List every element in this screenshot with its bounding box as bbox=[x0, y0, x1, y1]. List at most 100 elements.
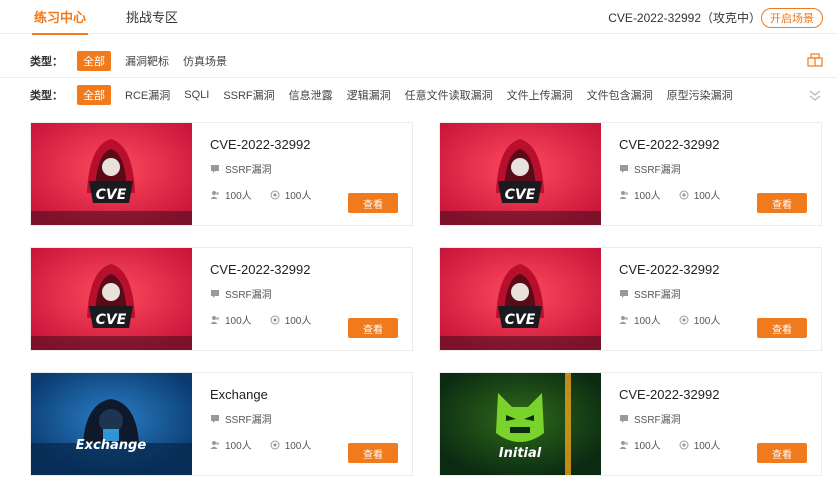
scenario-thumbnail[interactable]: Exchange bbox=[31, 373, 192, 475]
card-title[interactable]: CVE-2022-32992 bbox=[210, 262, 412, 277]
card-title[interactable]: CVE-2022-32992 bbox=[619, 137, 821, 152]
filter2-option-prototype-pollution[interactable]: 原型污染漏洞 bbox=[667, 87, 733, 103]
tag-icon bbox=[620, 414, 628, 423]
scenario-card[interactable]: CVE CVE-2022-32992 SSRF漏洞 100人 100人 查看 bbox=[439, 247, 822, 351]
filter-label: 类型： bbox=[30, 55, 63, 68]
stat-solvers-text: 100人 bbox=[284, 191, 312, 202]
stat-solvers: 100人 bbox=[679, 437, 721, 452]
scenario-thumbnail[interactable]: Initial bbox=[440, 373, 601, 475]
filter2-option-all[interactable]: 全部 bbox=[77, 85, 111, 105]
users-icon bbox=[210, 315, 219, 324]
filter1-option-all[interactable]: 全部 bbox=[77, 50, 111, 71]
filter2-option-rce[interactable]: RCE漏洞 bbox=[125, 87, 170, 103]
stat-participants: 100人 bbox=[619, 312, 661, 327]
filter2-option-ssrf[interactable]: SSRF漏洞 bbox=[223, 87, 274, 103]
card-title[interactable]: CVE-2022-32992 bbox=[619, 387, 821, 402]
scenario-thumbnail[interactable]: CVE bbox=[31, 248, 192, 350]
view-button[interactable]: 查看 bbox=[348, 193, 398, 213]
category-text: SSRF漏洞 bbox=[634, 290, 681, 301]
scenario-thumbnail[interactable]: CVE bbox=[440, 123, 601, 225]
card-info: CVE-2022-32992 SSRF漏洞 100人 100人 查看 bbox=[192, 248, 412, 350]
filter1-option-simulation[interactable]: 仿真场景 bbox=[183, 53, 227, 69]
users-icon bbox=[619, 315, 628, 324]
tab-challenge-zone[interactable]: 挑战专区 bbox=[126, 0, 178, 34]
start-scenario-button[interactable]: 开启场景 bbox=[761, 8, 823, 28]
category-text: SSRF漏洞 bbox=[225, 290, 272, 301]
filter1-option-vuln-target[interactable]: 漏洞靶标 bbox=[125, 53, 169, 69]
tag-icon bbox=[620, 289, 628, 298]
view-button[interactable]: 查看 bbox=[348, 318, 398, 338]
card-title[interactable]: Exchange bbox=[210, 387, 412, 402]
view-button[interactable]: 查看 bbox=[348, 443, 398, 463]
target-icon bbox=[270, 440, 280, 449]
stat-solvers-text: 100人 bbox=[284, 316, 312, 327]
tag-icon bbox=[211, 289, 219, 298]
category-text: SSRF漏洞 bbox=[634, 165, 681, 176]
card-category: SSRF漏洞 bbox=[619, 411, 821, 426]
view-button[interactable]: 查看 bbox=[757, 193, 807, 213]
target-icon bbox=[679, 315, 689, 324]
stat-solvers: 100人 bbox=[679, 312, 721, 327]
category-text: SSRF漏洞 bbox=[225, 165, 272, 176]
filter2-option-sqli[interactable]: SQLI bbox=[184, 89, 209, 101]
double-chevron-down-icon[interactable] bbox=[807, 87, 823, 103]
stat-participants: 100人 bbox=[210, 187, 252, 202]
top-nav: 练习中心 挑战专区 CVE-2022-32992（攻克中） 开启场景 bbox=[0, 0, 837, 35]
filter2-option-file-include[interactable]: 文件包含漏洞 bbox=[587, 87, 653, 103]
stat-solvers: 100人 bbox=[270, 187, 312, 202]
scenario-card[interactable]: CVE CVE-2022-32992 SSRF漏洞 100人 100人 查看 bbox=[30, 247, 413, 351]
stat-solvers-text: 100人 bbox=[693, 441, 721, 452]
svg-text:Exchange: Exchange bbox=[76, 438, 147, 453]
current-scenario-status: CVE-2022-32992（攻克中） bbox=[608, 10, 761, 25]
target-icon bbox=[270, 315, 280, 324]
scenario-card[interactable]: Initial CVE-2022-32992 SSRF漏洞 100人 100人 … bbox=[439, 372, 822, 476]
scenario-card[interactable]: CVE CVE-2022-32992 SSRF漏洞 100人 100人 查看 bbox=[30, 122, 413, 226]
scenario-card[interactable]: Exchange Exchange SSRF漏洞 100人 100人 查看 bbox=[30, 372, 413, 476]
stat-participants-text: 100人 bbox=[634, 191, 661, 202]
category-text: SSRF漏洞 bbox=[634, 415, 681, 426]
target-icon bbox=[679, 440, 689, 449]
users-icon bbox=[619, 440, 628, 449]
filter2-option-file-upload[interactable]: 文件上传漏洞 bbox=[507, 87, 573, 103]
users-icon bbox=[210, 440, 219, 449]
stat-solvers-text: 100人 bbox=[693, 316, 721, 327]
card-info: CVE-2022-32992 SSRF漏洞 100人 100人 查看 bbox=[601, 373, 821, 475]
card-info: CVE-2022-32992 SSRF漏洞 100人 100人 查看 bbox=[601, 248, 821, 350]
tag-icon bbox=[211, 414, 219, 423]
type-filter-secondary: 类型： 全部 RCE漏洞 SQLI SSRF漏洞 信息泄露 逻辑漏洞 任意文件读… bbox=[0, 79, 837, 111]
card-category: SSRF漏洞 bbox=[210, 161, 412, 176]
svg-text:CVE: CVE bbox=[96, 187, 127, 203]
svg-text:CVE: CVE bbox=[505, 187, 536, 203]
svg-text:CVE: CVE bbox=[505, 312, 536, 328]
stat-participants-text: 100人 bbox=[225, 441, 252, 452]
scenario-thumbnail[interactable]: CVE bbox=[31, 123, 192, 225]
stat-participants: 100人 bbox=[210, 437, 252, 452]
card-title[interactable]: CVE-2022-32992 bbox=[210, 137, 412, 152]
svg-text:CVE: CVE bbox=[96, 312, 127, 328]
layers-icon[interactable] bbox=[807, 53, 823, 67]
stat-solvers: 100人 bbox=[679, 187, 721, 202]
category-text: SSRF漏洞 bbox=[225, 415, 272, 426]
stat-participants-text: 100人 bbox=[225, 191, 252, 202]
stat-participants: 100人 bbox=[619, 187, 661, 202]
view-button[interactable]: 查看 bbox=[757, 318, 807, 338]
target-icon bbox=[270, 190, 280, 199]
stat-solvers-text: 100人 bbox=[693, 191, 721, 202]
scenario-thumbnail[interactable]: CVE bbox=[440, 248, 601, 350]
target-icon bbox=[679, 190, 689, 199]
stat-participants-text: 100人 bbox=[634, 441, 661, 452]
tab-practice-center[interactable]: 练习中心 bbox=[31, 0, 89, 35]
stat-participants-text: 100人 bbox=[225, 316, 252, 327]
stat-solvers: 100人 bbox=[270, 437, 312, 452]
scenario-card[interactable]: CVE CVE-2022-32992 SSRF漏洞 100人 100人 查看 bbox=[439, 122, 822, 226]
filter2-option-file-read[interactable]: 任意文件读取漏洞 bbox=[405, 87, 493, 103]
svg-text:Initial: Initial bbox=[499, 446, 542, 461]
view-button[interactable]: 查看 bbox=[757, 443, 807, 463]
filter-label: 类型： bbox=[30, 90, 63, 102]
card-info: Exchange SSRF漏洞 100人 100人 查看 bbox=[192, 373, 412, 475]
stat-participants: 100人 bbox=[210, 312, 252, 327]
card-title[interactable]: CVE-2022-32992 bbox=[619, 262, 821, 277]
filter2-option-info-leak[interactable]: 信息泄露 bbox=[289, 87, 333, 103]
stat-solvers-text: 100人 bbox=[284, 441, 312, 452]
filter2-option-logic[interactable]: 逻辑漏洞 bbox=[347, 87, 391, 103]
